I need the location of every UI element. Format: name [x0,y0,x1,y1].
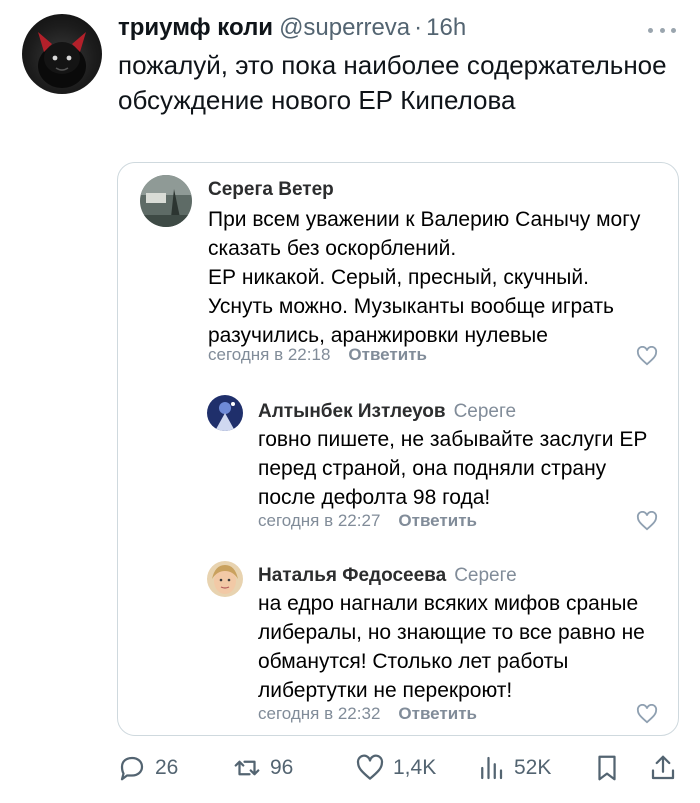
bookmark-action[interactable] [592,745,630,791]
comment-author[interactable]: Алтынбек Изтлеуов [258,401,446,422]
heart-outline-icon[interactable] [636,346,658,366]
comment-time[interactable]: сегодня в 22:32 [258,704,380,724]
like-count: 1,4K [393,756,437,779]
views-action[interactable]: 52K [476,745,551,791]
reply-action[interactable]: 26 [117,745,178,791]
quoted-screenshot[interactable]: Серега Ветер При всем уважении к Валерию… [117,162,679,736]
reply-to-link[interactable]: Сереге [454,401,517,422]
author-avatar[interactable] [22,14,102,94]
comment-meta: сегодня в 22:32 Ответить [258,704,477,724]
views-count: 52K [514,756,552,779]
comment-author[interactable]: Наталья Федосеева [258,565,446,586]
tweet-header: триумф коли @superreva · 16h [118,12,680,44]
repost-icon [234,760,260,776]
comment-author[interactable]: Серега Ветер [208,179,334,200]
share-action[interactable] [648,745,686,791]
reply-button[interactable]: Ответить [398,704,477,724]
comment-author-line: Алтынбек Изтлеуов Сереге [258,399,516,425]
tweet: триумф коли @superreva · 16h пожалуй, эт… [0,0,700,803]
views-icon [481,756,503,780]
reply-button[interactable]: Ответить [348,345,427,365]
comment-time[interactable]: сегодня в 22:27 [258,511,380,531]
comment-meta: сегодня в 22:18 Ответить [208,345,427,365]
comment-text: говно пишете, не забывайте заслуги ЕР пе… [258,428,648,509]
share-icon [651,755,675,780]
tweet-text: пожалуй, это пока наиболее содержательно… [118,50,667,115]
like-icon [356,754,384,780]
commenter-avatar[interactable] [207,395,243,431]
heart-outline-icon[interactable] [636,511,658,531]
heart-outline-icon[interactable] [636,704,658,724]
reply-icon [120,756,144,781]
reply-to-link[interactable]: Сереге [454,565,517,586]
separator-dot: · [414,14,423,41]
reply-count: 26 [155,756,179,779]
comment-author-line: Серега Ветер [208,177,334,203]
commenter-avatar[interactable] [140,175,192,227]
comment-time[interactable]: сегодня в 22:18 [208,345,330,365]
comment-author-line: Наталья Федосеева Сереге [258,563,517,589]
tweet-actions: 26 96 1,4K 52K [0,745,700,791]
bookmark-icon [598,755,616,781]
repost-action[interactable]: 96 [232,745,293,791]
more-icon[interactable] [648,20,676,40]
comment-text: При всем уважении к Валерию Санычу могу … [208,208,641,347]
author-display-name[interactable]: триумф коли [118,14,273,42]
reply-button[interactable]: Ответить [398,511,477,531]
author-handle[interactable]: @superreva [279,14,410,42]
like-action[interactable]: 1,4K [355,745,436,791]
comment-meta: сегодня в 22:27 Ответить [258,511,477,531]
tweet-time[interactable]: 16h [426,14,466,42]
commenter-avatar[interactable] [207,561,243,597]
comment-text: на едро нагнали всяких мифов сраные либе… [258,592,645,702]
repost-count: 96 [270,756,294,779]
